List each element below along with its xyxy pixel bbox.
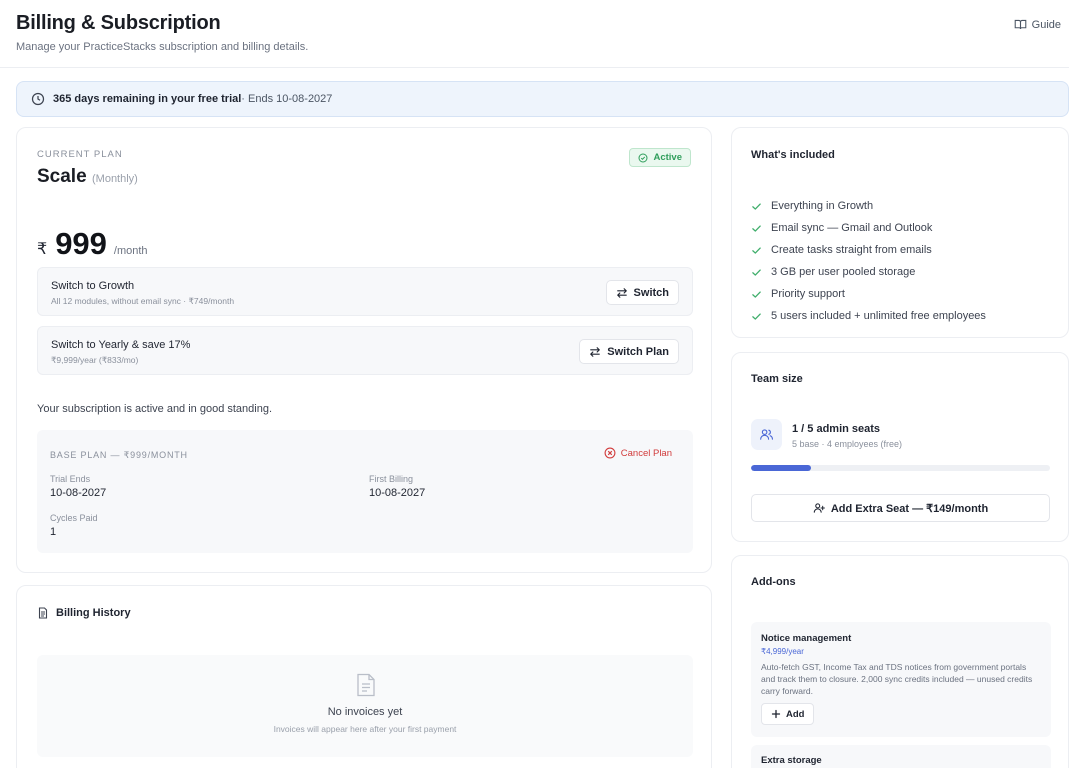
empty-invoices-state: No invoices yet Invoices will appear her… (37, 655, 693, 757)
first-billing-value: 10-08-2027 (369, 487, 426, 499)
guide-label: Guide (1031, 18, 1061, 31)
billing-history-title: Billing History (37, 607, 131, 619)
addon-price: ₹4,999/year (761, 647, 804, 656)
price-amount: 999 (55, 226, 107, 261)
trial-ends-label: Trial Ends (50, 474, 91, 484)
team-size-title: Team size (751, 373, 803, 385)
billing-history-card: Billing History No invoices yet Invoices… (16, 585, 712, 768)
check-icon (752, 224, 761, 232)
switch-option-subtitle: ₹9,999/year (₹833/mo) (51, 355, 139, 365)
check-icon (752, 312, 761, 320)
feature-text: 3 GB per user pooled storage (771, 266, 916, 278)
check-circle-icon (638, 152, 648, 163)
seats-progress-fill (751, 465, 811, 471)
addon-extra-storage: Extra storage (751, 745, 1051, 768)
addon-name: Notice management (761, 633, 852, 644)
swap-icon (616, 287, 627, 298)
switch-plan-button-label: Switch Plan (607, 345, 669, 358)
plan-cycle: (Monthly) (92, 173, 138, 185)
guide-link[interactable]: Guide (1014, 18, 1061, 31)
current-plan-eyebrow: CURRENT PLAN (37, 149, 123, 160)
plus-icon (771, 709, 781, 719)
check-icon (752, 268, 761, 276)
base-plan-panel: BASE PLAN — ₹999/MONTH Cancel Plan Trial… (37, 430, 693, 553)
trial-ends: · Ends 10-08-2027 (241, 93, 333, 105)
swap-icon (590, 346, 601, 357)
status-label: Active (653, 152, 682, 163)
feature-text: Create tasks straight from emails (771, 244, 932, 256)
x-circle-icon (604, 447, 616, 459)
feature-item: Email sync — Gmail and Outlook (751, 217, 986, 239)
add-addon-label: Add (786, 708, 805, 720)
cycles-paid-label: Cycles Paid (50, 513, 98, 523)
user-plus-icon (813, 503, 825, 513)
admin-seats-detail: 5 base · 4 employees (free) (792, 439, 903, 449)
feature-item: 3 GB per user pooled storage (751, 261, 986, 283)
cancel-plan-button[interactable]: Cancel Plan (604, 447, 672, 459)
switch-button-label: Switch (633, 286, 669, 299)
billing-history-label: Billing History (56, 607, 131, 619)
page-header: Billing & Subscription Manage your Pract… (0, 0, 1069, 68)
switch-option-title: Switch to Yearly & save 17% (51, 339, 191, 351)
add-extra-seat-label: Add Extra Seat — ₹149/month (830, 502, 989, 515)
feature-text: 5 users included + unlimited free employ… (771, 310, 986, 322)
addon-name: Extra storage (761, 755, 822, 766)
feature-item: Priority support (751, 283, 986, 305)
feature-item: 5 users included + unlimited free employ… (751, 305, 986, 327)
first-billing-label: First Billing (369, 474, 414, 484)
price-currency: ₹ (37, 241, 48, 258)
cancel-plan-label: Cancel Plan (620, 447, 672, 459)
team-size-card: Team size 1 / 5 admin seats 5 base · 4 e… (731, 352, 1069, 542)
switch-plan-button[interactable]: Switch Plan (579, 339, 679, 364)
switch-option-growth: Switch to Growth All 12 modules, without… (37, 267, 693, 316)
check-icon (752, 290, 761, 298)
trial-banner: 365 days remaining in your free trial · … (16, 81, 1069, 117)
feature-list: Everything in Growth Email sync — Gmail … (751, 195, 986, 327)
page-subtitle: Manage your PracticeStacks subscription … (16, 41, 309, 53)
empty-title: No invoices yet (327, 706, 403, 718)
check-icon (752, 246, 761, 254)
add-addon-button[interactable]: Add (761, 703, 815, 725)
addons-title: Add-ons (751, 576, 796, 588)
feature-item: Create tasks straight from emails (751, 239, 986, 261)
admin-seats-count: 1 / 5 admin seats (792, 423, 881, 435)
users-icon-tile (751, 419, 782, 450)
add-extra-seat-button[interactable]: Add Extra Seat — ₹149/month (751, 494, 1050, 522)
feature-text: Email sync — Gmail and Outlook (771, 222, 933, 234)
switch-option-yearly: Switch to Yearly & save 17% ₹9,999/year … (37, 326, 693, 375)
subscription-status-message: Your subscription is active and in good … (37, 403, 273, 415)
document-icon (38, 607, 48, 619)
switch-option-subtitle: All 12 modules, without email sync · ₹74… (51, 296, 235, 306)
switch-button[interactable]: Switch (605, 280, 679, 305)
feature-text: Priority support (771, 288, 845, 300)
addon-notice-management: Notice management ₹4,999/year Auto-fetch… (751, 622, 1051, 737)
file-icon (357, 673, 375, 697)
price-row: ₹ 999 /month (37, 226, 148, 262)
price-period: /month (113, 245, 148, 257)
feature-text: Everything in Growth (771, 200, 874, 212)
addon-description: Auto-fetch GST, Income Tax and TDS notic… (761, 662, 1033, 696)
whats-included-card: What's included Everything in Growth Ema… (731, 127, 1069, 338)
seats-progress-bar (751, 465, 1050, 471)
feature-item: Everything in Growth (751, 195, 986, 217)
base-plan-heading: BASE PLAN — ₹999/MONTH (50, 450, 188, 460)
switch-option-title: Switch to Growth (51, 280, 135, 292)
plan-name: Scale (37, 166, 87, 187)
users-icon (760, 429, 773, 440)
trial-days: 365 days remaining in your free trial (53, 93, 242, 105)
trial-ends-value: 10-08-2027 (50, 487, 107, 499)
status-badge: Active (629, 148, 691, 167)
clock-icon (31, 92, 45, 106)
addons-card: Add-ons Notice management ₹4,999/year Au… (731, 555, 1069, 768)
empty-subtitle: Invoices will appear here after your fir… (273, 724, 457, 734)
book-icon (1014, 19, 1026, 30)
page-title: Billing & Subscription (16, 12, 221, 34)
cycles-paid-value: 1 (50, 526, 57, 538)
current-plan-card: CURRENT PLAN Scale (Monthly) Active ₹ 99… (16, 127, 712, 573)
whats-included-title: What's included (751, 149, 835, 161)
check-icon (752, 202, 761, 210)
